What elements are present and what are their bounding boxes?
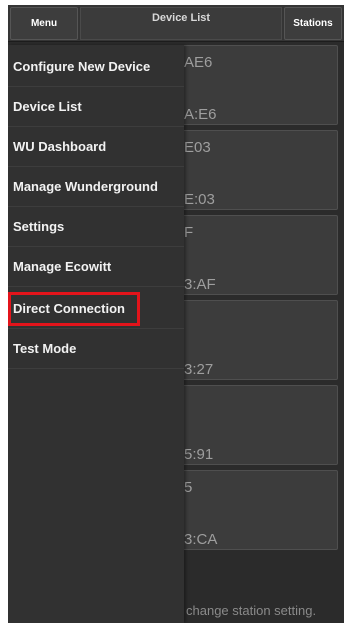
drawer-item-manage-wunderground[interactable]: Manage Wunderground: [8, 167, 184, 207]
device-name-text: 5: [184, 479, 193, 496]
top-bar: Menu Device List Stations: [8, 5, 344, 42]
device-mac-text: 3:27: [184, 361, 214, 378]
drawer-item-test-mode[interactable]: Test Mode: [8, 329, 184, 369]
device-mac-text: E:03: [184, 191, 215, 208]
stations-button[interactable]: Stations: [284, 7, 342, 40]
device-name-text: AE6: [184, 54, 213, 71]
drawer-item-configure-new-device[interactable]: Configure New Device: [8, 47, 184, 87]
device-mac-text: 3:CA: [184, 531, 218, 548]
menu-button[interactable]: Menu: [10, 7, 78, 40]
page-title: Device List: [80, 7, 282, 40]
drawer-item-settings[interactable]: Settings: [8, 207, 184, 247]
device-mac-text: 3:AF: [184, 276, 216, 293]
drawer-item-manage-ecowitt[interactable]: Manage Ecowitt: [8, 247, 184, 287]
drawer-item-wu-dashboard[interactable]: WU Dashboard: [8, 127, 184, 167]
device-mac-text: 5:91: [184, 446, 214, 463]
device-name-text: E03: [184, 139, 211, 156]
device-mac-text: A:E6: [184, 106, 217, 123]
device-name-text: F: [184, 224, 194, 241]
drawer-item-device-list[interactable]: Device List: [8, 87, 184, 127]
footer-hint: change station setting.: [186, 603, 317, 618]
navigation-drawer: Configure New Device Device List WU Dash…: [8, 45, 184, 623]
app-screen: Menu Device List Stations AE6 A:E6 E03 E…: [8, 5, 344, 623]
drawer-item-direct-connection[interactable]: Direct Connection: [8, 289, 184, 329]
